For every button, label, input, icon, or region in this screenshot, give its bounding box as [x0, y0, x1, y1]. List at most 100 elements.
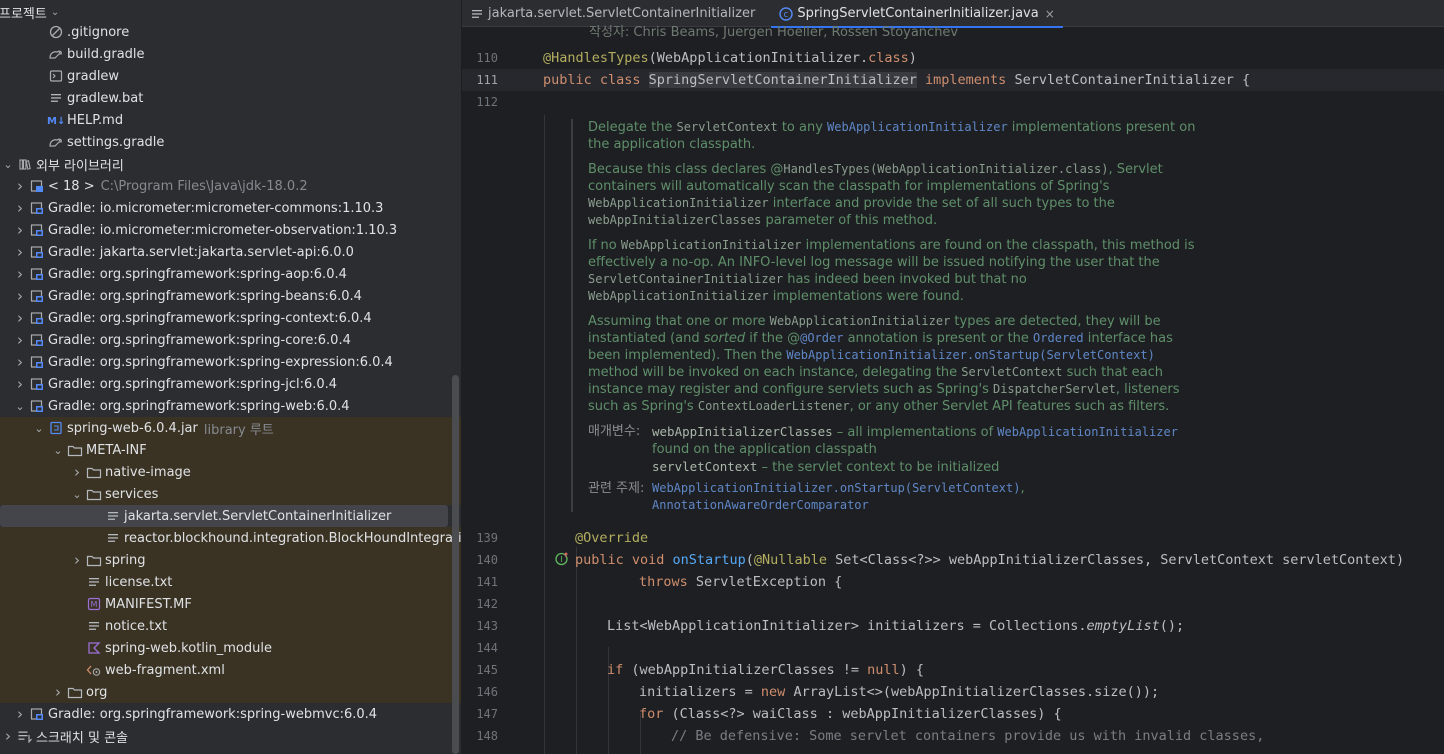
jar-library-icon — [28, 288, 46, 304]
jar-library-icon — [28, 354, 46, 370]
code-line-139[interactable]: 139 @Override — [462, 527, 1444, 549]
tree-item-settings-gradle[interactable]: settings.gradle — [0, 131, 461, 153]
code-line-140[interactable]: 140 I public void onStartup(@Nullable Se… — [462, 549, 1444, 571]
chevron-right-icon[interactable]: › — [0, 727, 16, 745]
tree-item-gradlew-bat[interactable]: gradlew.bat — [0, 87, 461, 109]
tree-item-스크래치-및-콘솔[interactable]: › 스크래치 및 콘솔 — [0, 725, 461, 747]
chevron-right-icon[interactable]: › — [69, 463, 85, 481]
code-line-111[interactable]: 111 public class SpringServletContainerI… — [462, 69, 1444, 91]
chevron-right-icon[interactable]: › — [12, 265, 28, 283]
gitignore-icon — [47, 24, 65, 40]
code-area[interactable]: 작성자: Chris Beams, Juergen Hoeller, Rosse… — [462, 25, 1444, 754]
code-line-112[interactable]: 112 — [462, 91, 1444, 113]
tree-item-services[interactable]: ⌄ services — [0, 483, 461, 505]
tree-item-jakarta-servlet-servletcontainerinitializer[interactable]: jakarta.servlet.ServletContainerInitiali… — [0, 505, 448, 527]
doc-link[interactable]: WebApplicationInitializer — [827, 120, 1008, 134]
code-line-110[interactable]: 110 @HandlesTypes(WebApplicationInitiali… — [462, 47, 1444, 69]
tree-item-license-txt[interactable]: license.txt — [0, 571, 461, 593]
chevron-right-icon[interactable]: › — [12, 177, 28, 195]
see-also-list: WebApplicationInitializer.onStartup(Serv… — [652, 481, 1025, 512]
params-heading: 매개변수: — [588, 424, 641, 439]
chevron-right-icon[interactable]: › — [12, 353, 28, 371]
code-line-146[interactable]: 146 initializers = new ArrayList<>(webAp… — [462, 681, 1444, 703]
chevron-down-icon[interactable]: ⌄ — [0, 158, 16, 171]
project-tree-scrollbar[interactable] — [452, 375, 459, 754]
tree-item-label: Gradle: org.springframework:spring-web:6… — [48, 398, 350, 414]
code-line-144[interactable]: 144 — [462, 637, 1444, 659]
tree-item-gradle-org-springframework-spring-core-6-0-4[interactable]: › Gradle: org.springframework:spring-core… — [0, 329, 461, 351]
tree-item-gradle-org-springframework-spring-webmvc-6-0-4[interactable]: › Gradle: org.springframework:spring-webm… — [0, 703, 461, 725]
code-text: for (Class<?> waiClass : webAppInitializ… — [639, 706, 1062, 722]
tree-item-label: settings.gradle — [67, 134, 165, 150]
tree-item-gradle-io-micrometer-micrometer-observation-1-10-3[interactable]: › Gradle: io.micrometer:micrometer-observ… — [0, 219, 461, 241]
chevron-right-icon[interactable]: › — [69, 551, 85, 569]
tree-item-build-gradle[interactable]: build.gradle — [0, 43, 461, 65]
folder-icon — [85, 552, 103, 568]
tree-item-org[interactable]: › org — [0, 681, 461, 703]
code-line-142[interactable]: 142 — [462, 593, 1444, 615]
svg-text:I: I — [560, 555, 562, 564]
doc-link[interactable]: WebApplicationInitializer — [997, 425, 1178, 439]
chevron-right-icon[interactable]: › — [12, 331, 28, 349]
tree-item-gradle-jakarta-servlet-jakarta-servlet-api-6-0-0[interactable]: › Gradle: jakarta.servlet:jakarta.servlet… — [0, 241, 461, 263]
chevron-right-icon[interactable]: › — [12, 221, 28, 239]
code-line-145[interactable]: 145 if (webAppInitializerClasses != null… — [462, 659, 1444, 681]
chevron-right-icon[interactable]: › — [12, 375, 28, 393]
chevron-right-icon[interactable]: › — [12, 705, 28, 723]
doc-link[interactable]: WebApplicationInitializer.onStartup(Serv… — [786, 348, 1154, 362]
chevron-down-icon[interactable]: ⌄ — [50, 444, 66, 457]
chevron-down-icon[interactable]: ⌄ — [12, 400, 28, 413]
tree-item-reactor-blockhound-integration-blockhoundintegration[interactable]: reactor.blockhound.integration.BlockHoun… — [0, 527, 461, 549]
tree-item-label: native-image — [105, 464, 191, 480]
chevron-right-icon[interactable]: › — [12, 243, 28, 261]
code-line-147[interactable]: 147 for (Class<?> waiClass : webAppIniti… — [462, 703, 1444, 725]
line-number: 110 — [476, 51, 498, 65]
tree-item-gradle-org-springframework-spring-aop-6-0-4[interactable]: › Gradle: org.springframework:spring-aop:… — [0, 263, 461, 285]
doc-link[interactable]: WebApplicationInitializer.onStartup(Serv… — [652, 481, 1020, 495]
code-line-148[interactable]: 148 // Be defensive: Some servlet contai… — [462, 725, 1444, 747]
tree-item-native-image[interactable]: › native-image — [0, 461, 461, 483]
tab-label: SpringServletContainerInitializer.java — [797, 6, 1039, 21]
scratches-icon — [16, 728, 34, 744]
tree-item-web-fragment-xml[interactable]: web-fragment.xml — [0, 659, 461, 681]
doc-paragraph: If no WebApplicationInitializer implemen… — [588, 238, 1195, 304]
tree-item-meta-inf[interactable]: ⌄ META-INF — [0, 439, 461, 461]
tree-item-gitignore[interactable]: .gitignore — [0, 21, 461, 43]
tree-item-18[interactable]: › < 18 > C:\Program Files\Java\jdk-18.0.2 — [0, 175, 461, 197]
tree-item-label: spring-web-6.0.4.jar — [67, 420, 198, 436]
tree-item-gradle-org-springframework-spring-beans-6-0-4[interactable]: › Gradle: org.springframework:spring-bean… — [0, 285, 461, 307]
doc-link[interactable]: @Order — [800, 331, 843, 345]
code-line-141[interactable]: 141 throws ServletException { — [462, 571, 1444, 593]
tree-item-spring-web-6-0-4-jar[interactable]: ⌄ spring-web-6.0.4.jar library 루트 — [0, 417, 461, 439]
line-number: 141 — [476, 575, 498, 589]
close-icon[interactable]: × — [1045, 7, 1055, 21]
tree-item-외부-라이브러리[interactable]: ⌄ 외부 라이브러리 — [0, 153, 461, 175]
tree-item-gradle-org-springframework-spring-expression-6-0-4[interactable]: › Gradle: org.springframework:spring-expr… — [0, 351, 461, 373]
xml-file-icon — [85, 662, 103, 678]
tree-item-help-md[interactable]: M↓ HELP.md — [0, 109, 461, 131]
chevron-right-icon[interactable]: › — [12, 199, 28, 217]
code-line-143[interactable]: 143 List<WebApplicationInitializer> init… — [462, 615, 1444, 637]
tree-item-manifest-mf[interactable]: M MANIFEST.MF — [0, 593, 461, 615]
chevron-down-icon[interactable]: ⌄ — [51, 7, 59, 18]
doc-link[interactable]: Ordered — [1033, 331, 1084, 345]
chevron-right-icon[interactable]: › — [12, 309, 28, 327]
tree-item-gradle-org-springframework-spring-jcl-6-0-4[interactable]: › Gradle: org.springframework:spring-jcl:… — [0, 373, 461, 395]
terminal-file-icon — [47, 68, 65, 84]
jar-library-icon — [28, 398, 46, 414]
doc-link[interactable]: AnnotationAwareOrderComparator — [652, 498, 869, 512]
tree-item-gradle-org-springframework-spring-context-6-0-4[interactable]: › Gradle: org.springframework:spring-cont… — [0, 307, 461, 329]
chevron-right-icon[interactable]: › — [50, 683, 66, 701]
jar-library-icon — [28, 266, 46, 282]
tree-item-gradle-io-micrometer-micrometer-commons-1-10-3[interactable]: › Gradle: io.micrometer:micrometer-common… — [0, 197, 461, 219]
chevron-down-icon[interactable]: ⌄ — [31, 422, 47, 435]
tree-item-gradle-org-springframework-spring-web-6-0-4[interactable]: ⌄ Gradle: org.springframework:spring-web:… — [0, 395, 461, 417]
chevron-down-icon[interactable]: ⌄ — [69, 488, 85, 501]
tree-item-spring[interactable]: › spring — [0, 549, 461, 571]
tree-item-gradlew[interactable]: gradlew — [0, 65, 461, 87]
project-panel-title[interactable]: 프로젝트 — [0, 3, 47, 22]
svg-text:M: M — [91, 600, 98, 609]
tree-item-notice-txt[interactable]: notice.txt — [0, 615, 461, 637]
tree-item-spring-web-kotlin-module[interactable]: spring-web.kotlin_module — [0, 637, 461, 659]
chevron-right-icon[interactable]: › — [12, 287, 28, 305]
